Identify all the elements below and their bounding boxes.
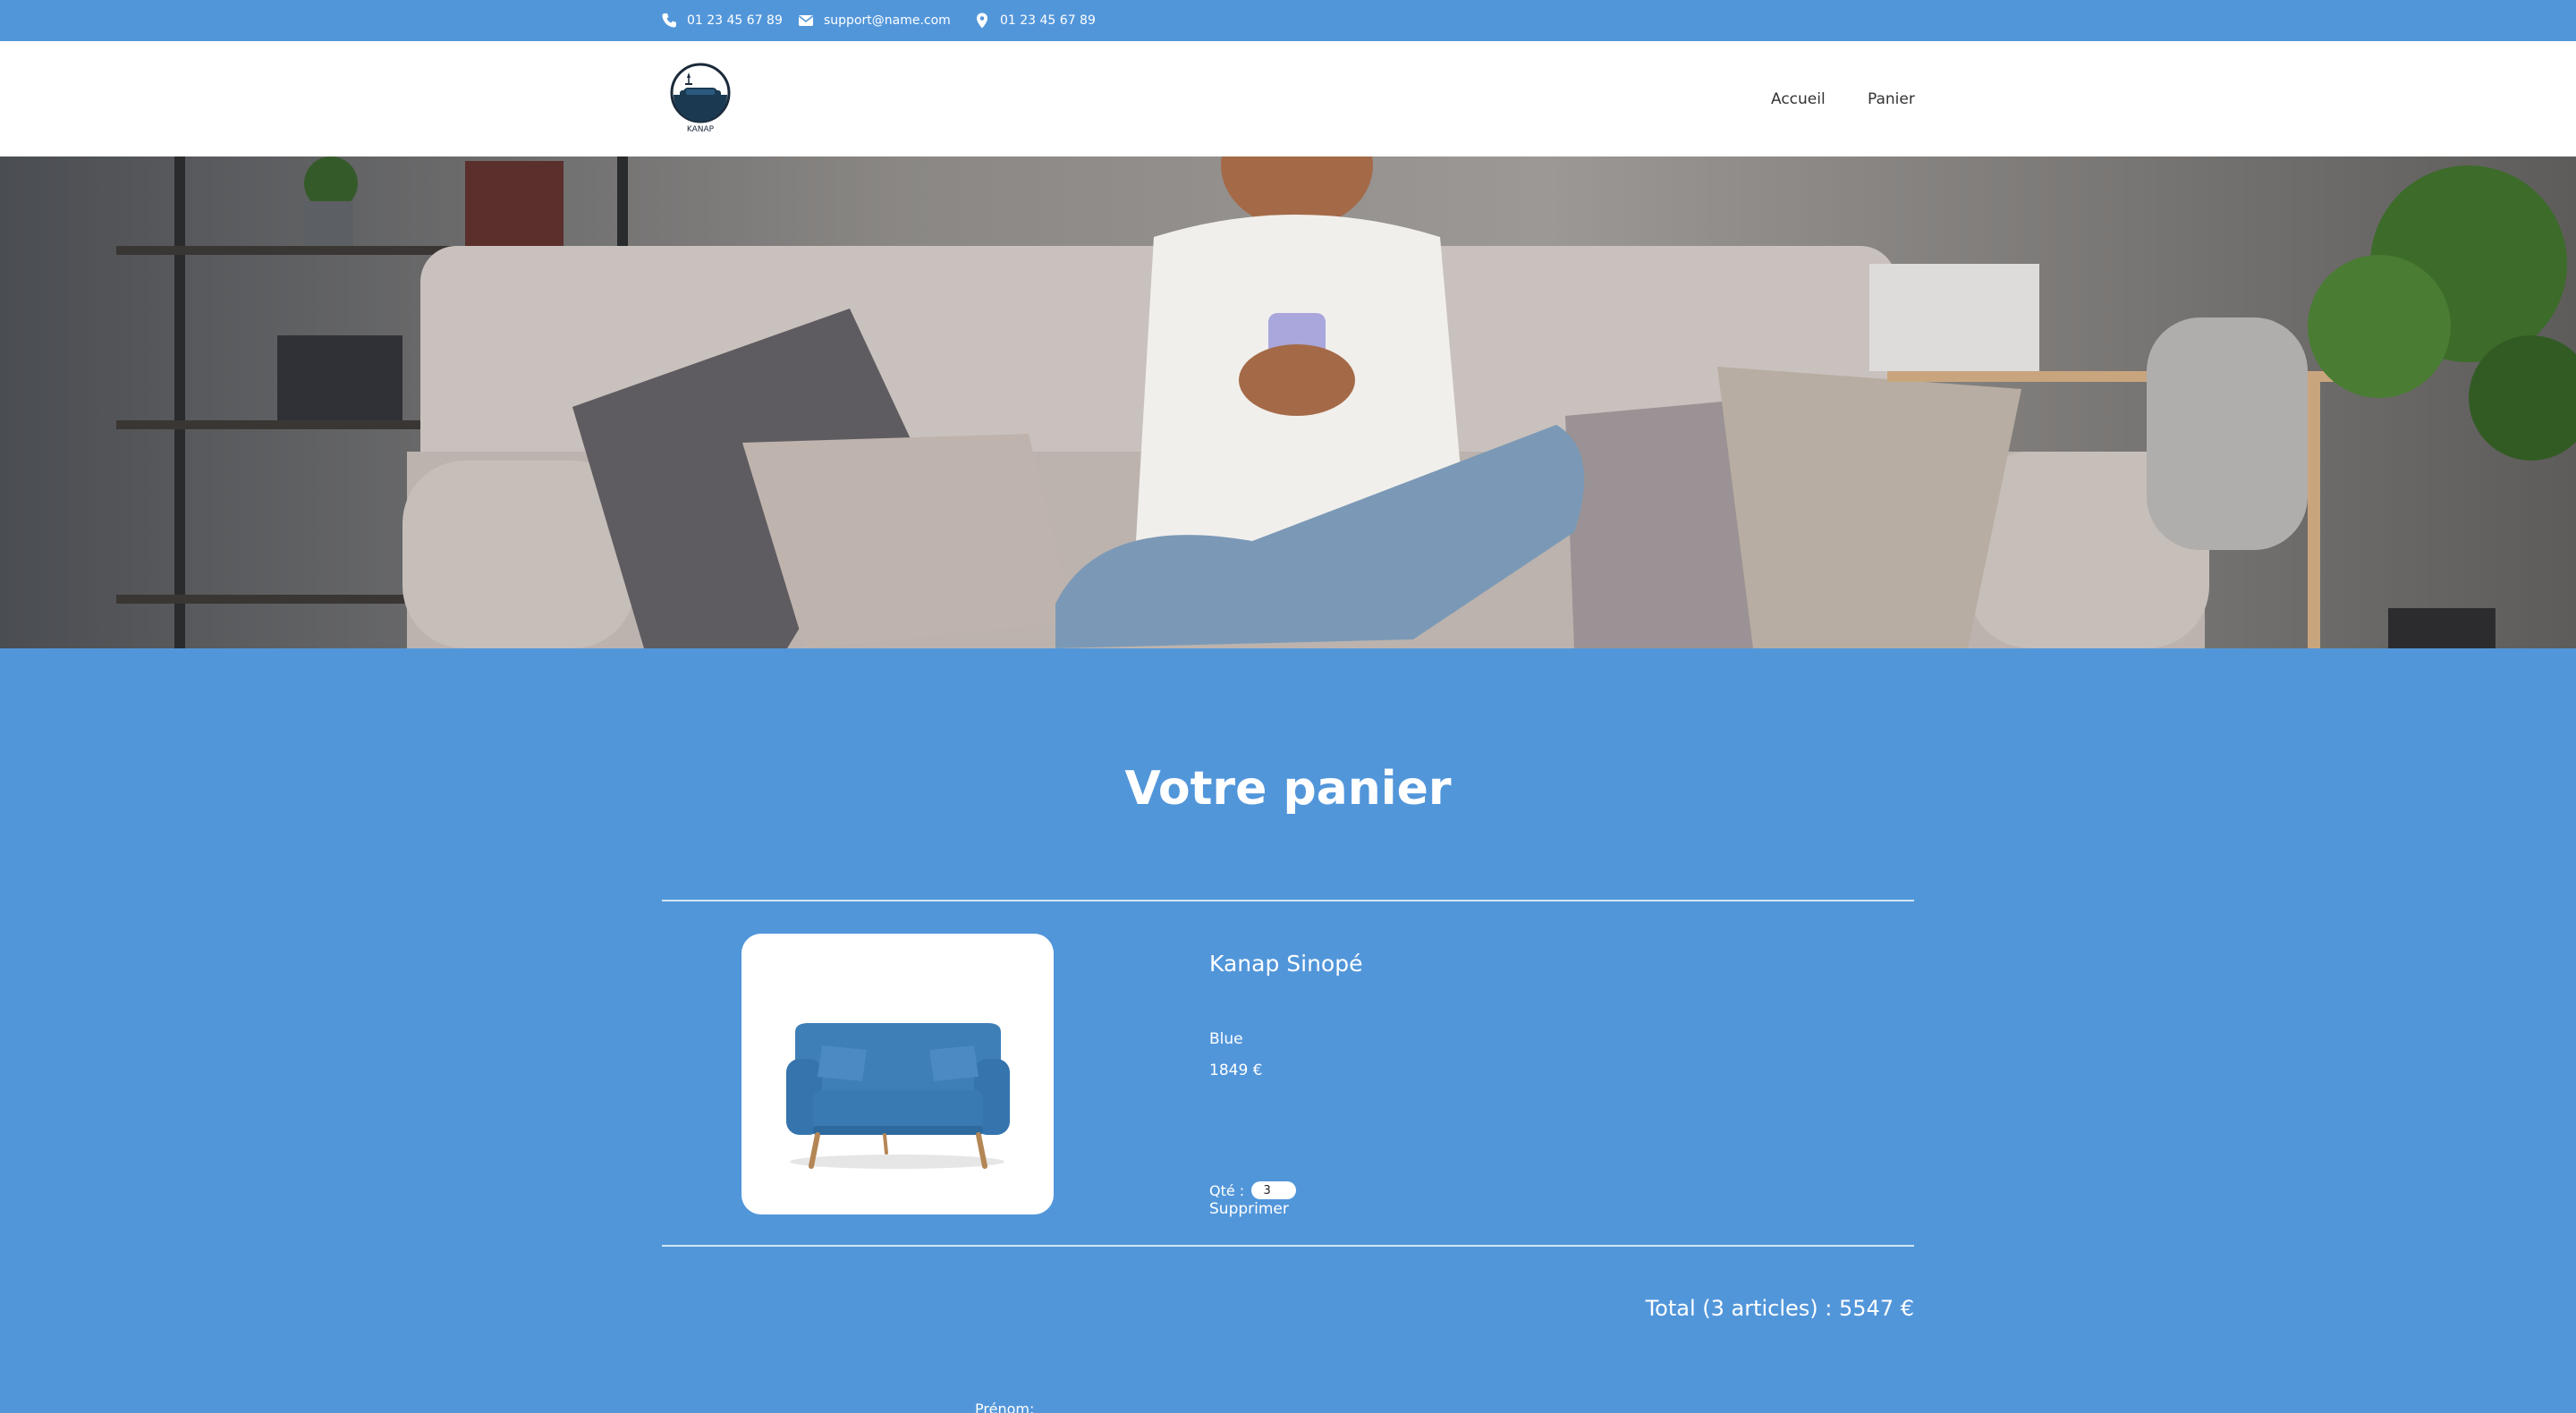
nav-cart-link[interactable]: Panier: [1868, 41, 1915, 157]
product-color: Blue: [1209, 1030, 1243, 1048]
product-image: [741, 934, 1054, 1214]
contact-location: 01 23 45 67 89: [973, 0, 1096, 41]
quantity-row: Qté :: [1209, 1181, 1297, 1199]
cart-page-title: Votre panier: [1124, 762, 1452, 816]
kanap-logo[interactable]: KANAP: [669, 61, 732, 134]
logo-wordmark: KANAP: [687, 125, 715, 134]
delete-item-button[interactable]: Supprimer: [1209, 1200, 1289, 1218]
contact-email[interactable]: support@name.com: [797, 0, 951, 41]
quantity-input[interactable]: [1251, 1181, 1297, 1199]
hero-banner-image: [0, 157, 2576, 648]
nav-home-link[interactable]: Accueil: [1771, 41, 1826, 157]
contact-phone: 01 23 45 67 89: [660, 0, 783, 41]
map-pin-icon: [973, 12, 991, 30]
site-header: KANAP Accueil Panier: [0, 41, 2576, 157]
cart-top-divider: [662, 900, 1914, 901]
quantity-label: Qté :: [1209, 1181, 1245, 1199]
product-name: Kanap Sinopé: [1209, 951, 1363, 977]
phone-icon: [660, 12, 678, 30]
first-name-label: Prénom:: [975, 1400, 1035, 1413]
top-contact-bar: 01 23 45 67 89 support@name.com 01 23 45…: [0, 0, 2576, 41]
product-price: 1849 €: [1209, 1062, 1263, 1079]
contact-location-text: 01 23 45 67 89: [1000, 13, 1096, 28]
contact-email-text[interactable]: support@name.com: [824, 13, 951, 28]
cart-bottom-divider: [662, 1245, 1914, 1247]
cart-total: Total (3 articles) : 5547 €: [1645, 1296, 1914, 1321]
envelope-icon: [797, 12, 815, 30]
contact-phone-text: 01 23 45 67 89: [687, 13, 783, 28]
